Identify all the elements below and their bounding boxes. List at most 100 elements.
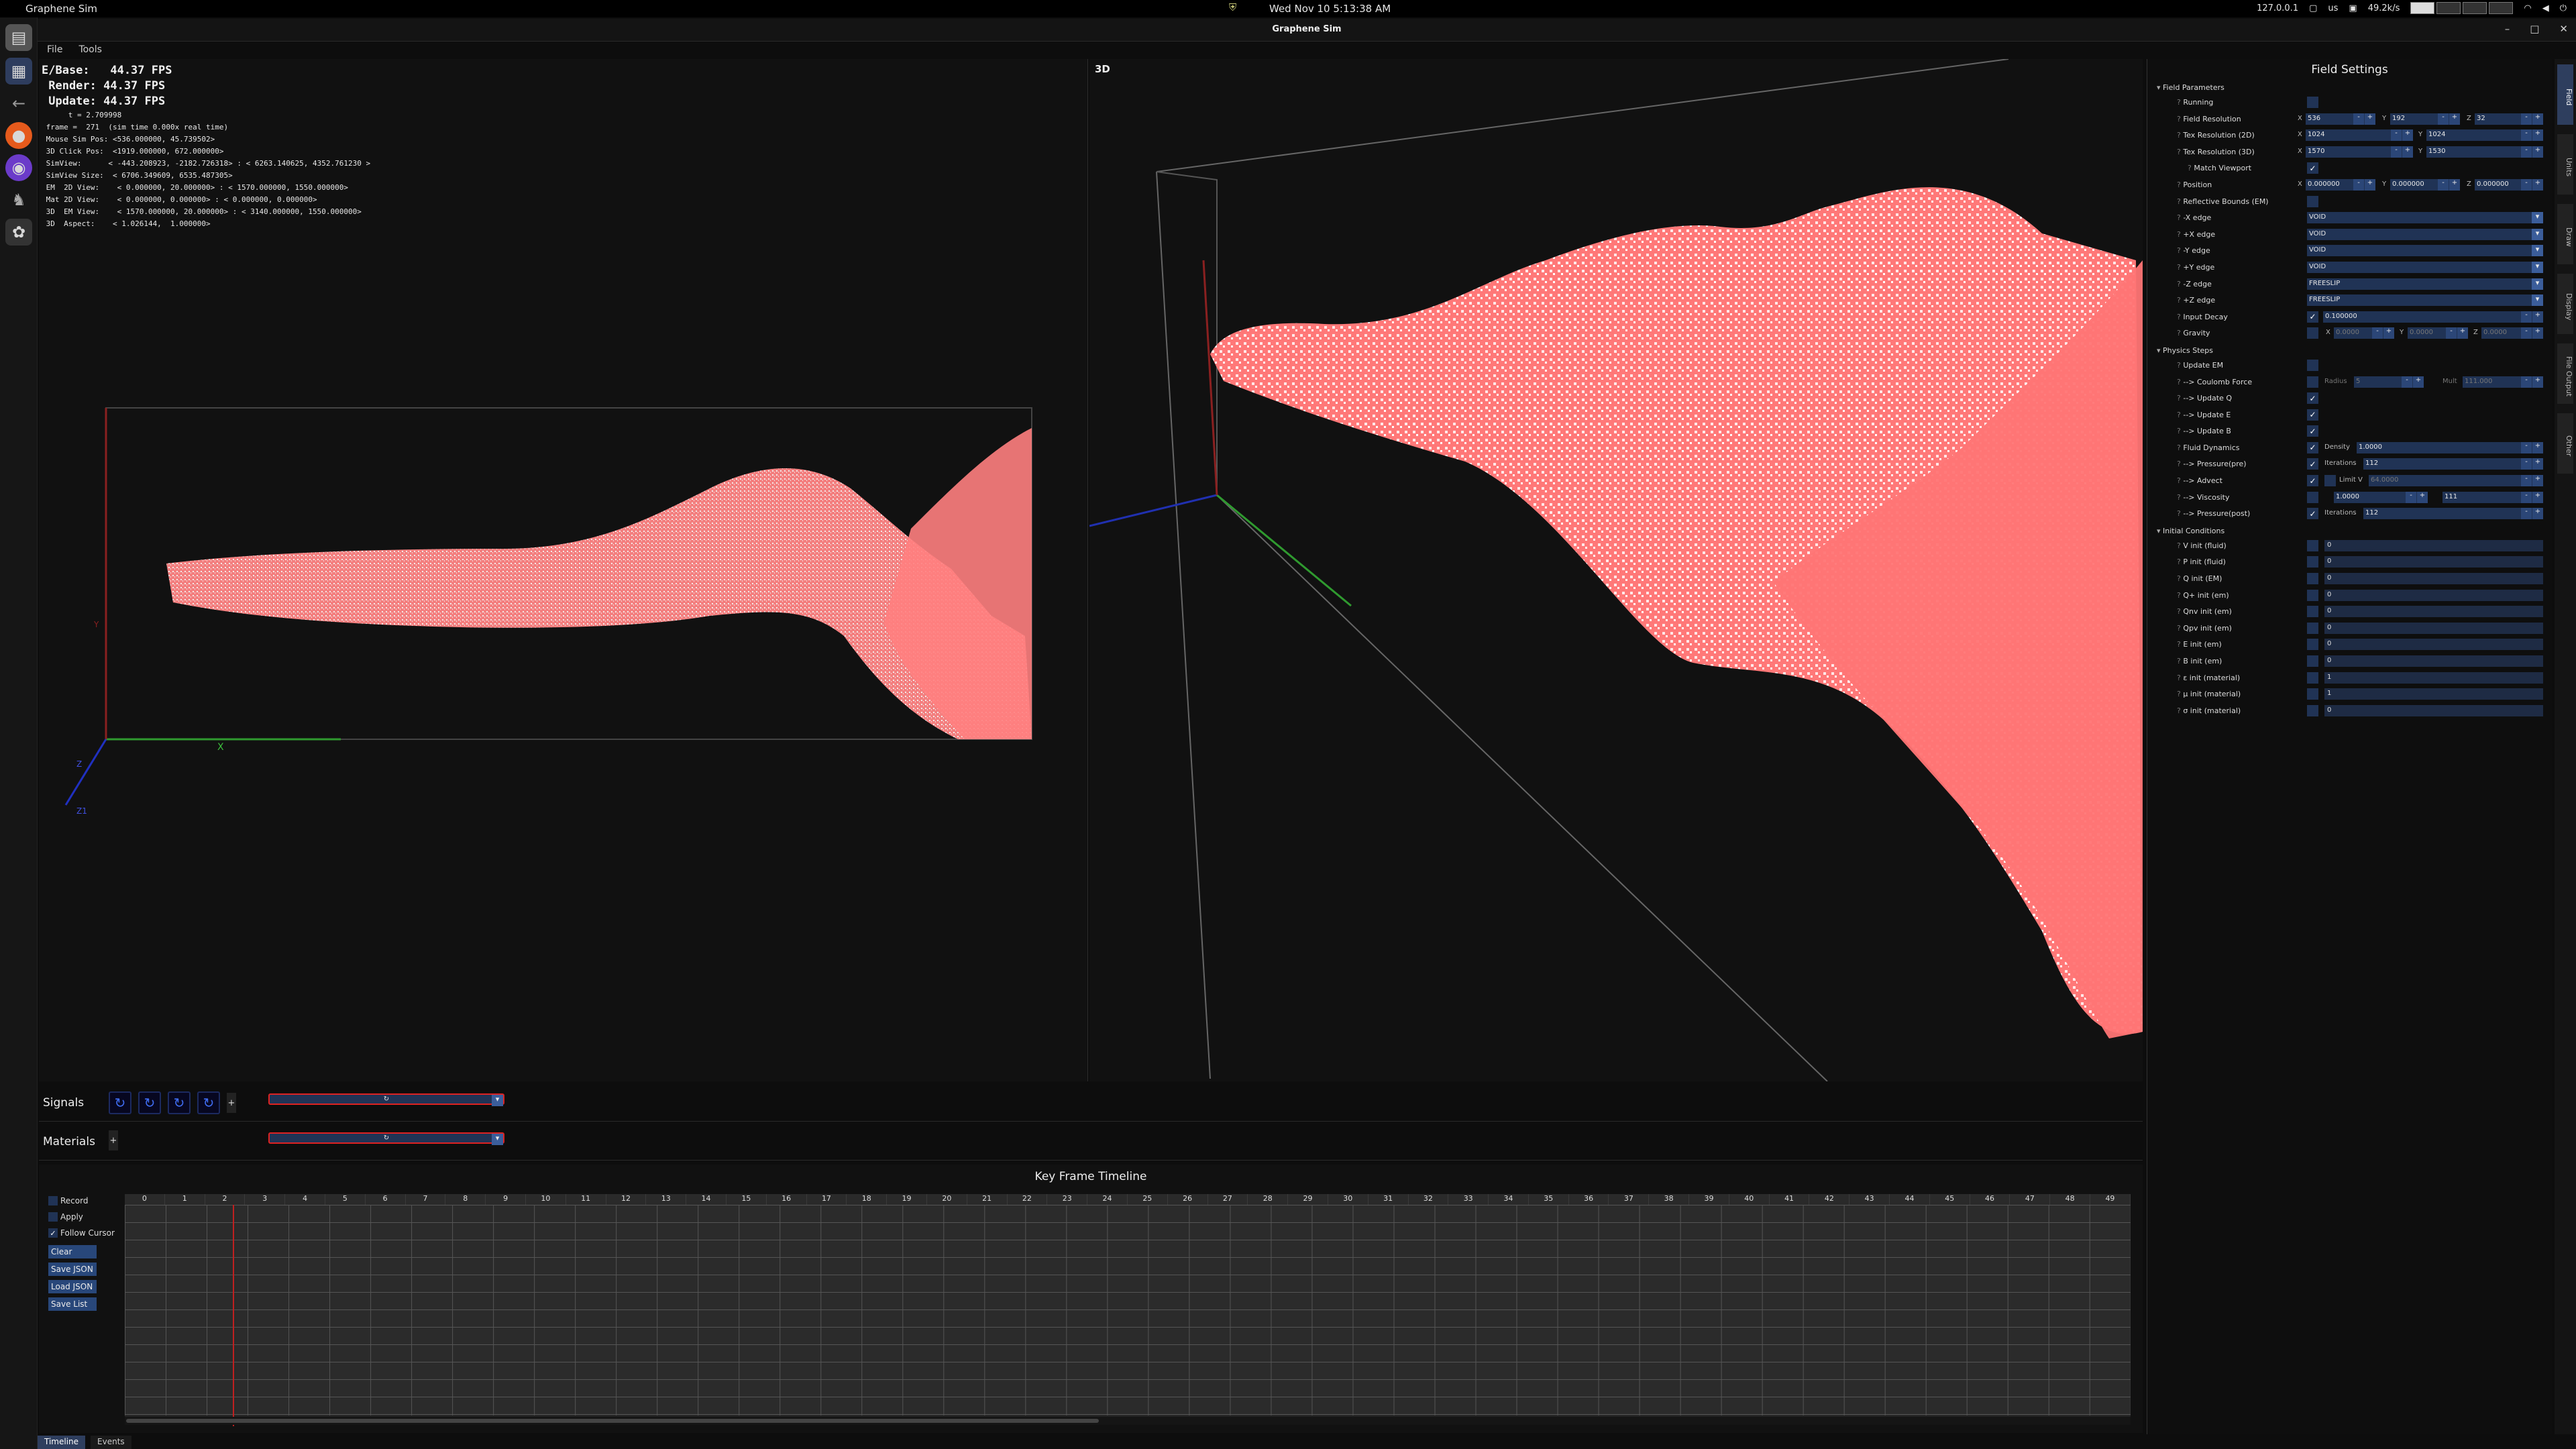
- frame-number[interactable]: 12: [606, 1194, 647, 1205]
- menu-tools[interactable]: Tools: [78, 44, 102, 57]
- advect-checkbox[interactable]: ✓: [2307, 475, 2318, 487]
- update-b-checkbox[interactable]: ✓: [2307, 425, 2318, 437]
- mult-input[interactable]: 111.000- +: [2463, 376, 2543, 388]
- init-expression[interactable]: 0: [2324, 704, 2543, 716]
- frame-number[interactable]: 47: [2010, 1194, 2051, 1205]
- frame-number[interactable]: 20: [927, 1194, 967, 1205]
- init-expression[interactable]: 1: [2324, 672, 2543, 684]
- iterations-pre-input[interactable]: 112- +: [2363, 458, 2543, 470]
- frame-number[interactable]: 19: [887, 1194, 927, 1205]
- terminal-icon[interactable]: ▦: [5, 58, 32, 85]
- graphene-sim-icon[interactable]: ✿: [5, 219, 32, 246]
- update-em-checkbox[interactable]: [2307, 359, 2318, 371]
- pz-edge-select[interactable]: FREESLIP: [2307, 294, 2543, 307]
- screen-icon[interactable]: ▣: [2349, 3, 2357, 13]
- init-checkbox[interactable]: [2307, 606, 2318, 618]
- init-checkbox[interactable]: [2307, 573, 2318, 585]
- init-expression[interactable]: 0: [2324, 655, 2543, 667]
- frame-number[interactable]: 27: [1208, 1194, 1248, 1205]
- keyboard-layout[interactable]: us: [2328, 3, 2338, 13]
- position-x[interactable]: 0.000000- +: [2306, 178, 2375, 191]
- tab-events[interactable]: Events: [91, 1436, 131, 1449]
- timeline-cursor[interactable]: [233, 1205, 235, 1426]
- input-decay-value[interactable]: 0.100000- +: [2323, 311, 2543, 323]
- system-clock[interactable]: Wed Nov 10 5:13:38 AM: [1269, 3, 1391, 15]
- clear-button[interactable]: Clear: [48, 1245, 97, 1258]
- files-icon[interactable]: ▤: [5, 24, 32, 51]
- position-y[interactable]: 0.000000- +: [2390, 178, 2460, 191]
- init-checkbox[interactable]: [2307, 688, 2318, 700]
- init-expression[interactable]: 0: [2324, 573, 2543, 585]
- timeline-cells[interactable]: [125, 1205, 2131, 1426]
- frame-number[interactable]: 48: [2050, 1194, 2091, 1205]
- add-signal-button[interactable]: +: [227, 1093, 236, 1113]
- ip-indicator[interactable]: 127.0.0.1: [2257, 3, 2298, 13]
- save-json-button[interactable]: Save JSON: [48, 1263, 97, 1276]
- frame-number[interactable]: 2: [205, 1194, 246, 1205]
- add-material-button[interactable]: +: [109, 1130, 118, 1150]
- init-checkbox[interactable]: [2307, 589, 2318, 601]
- frame-number[interactable]: 43: [1849, 1194, 1890, 1205]
- reflective-checkbox[interactable]: [2307, 195, 2318, 207]
- init-checkbox[interactable]: [2307, 639, 2318, 651]
- material-slot[interactable]: ↻: [268, 1132, 504, 1145]
- frame-number[interactable]: 34: [1489, 1194, 1529, 1205]
- init-expression[interactable]: 0: [2324, 639, 2543, 651]
- timeline-grid[interactable]: 0 1 2 3 4 5 6 7 8 9 10 11 12 13 14 15 16 17 18 19 20 21 22 23 24…: [125, 1194, 2131, 1426]
- frame-number[interactable]: 46: [1970, 1194, 2010, 1205]
- frame-number[interactable]: 24: [1087, 1194, 1128, 1205]
- workspace-switcher[interactable]: [2410, 2, 2514, 14]
- update-q-checkbox[interactable]: ✓: [2307, 392, 2318, 405]
- section-physics-steps[interactable]: Physics Steps: [2147, 342, 2552, 358]
- pressure-post-checkbox[interactable]: ✓: [2307, 508, 2318, 520]
- frame-number[interactable]: 41: [1770, 1194, 1810, 1205]
- init-expression[interactable]: 1: [2324, 688, 2543, 700]
- frame-number[interactable]: 14: [686, 1194, 727, 1205]
- window-titlebar[interactable]: Graphene Sim – □ ✕: [38, 19, 2576, 42]
- init-checkbox[interactable]: [2307, 539, 2318, 551]
- frame-number[interactable]: 18: [847, 1194, 888, 1205]
- radius-input[interactable]: 5- +: [2354, 376, 2424, 388]
- right-tab-draw[interactable]: Draw: [2557, 204, 2573, 264]
- gravity-z[interactable]: 0.0000- +: [2481, 327, 2543, 339]
- tex3d-y[interactable]: 1530- +: [2426, 146, 2543, 158]
- right-tab-field[interactable]: Field: [2557, 64, 2573, 125]
- field-res-x[interactable]: 536- +: [2306, 113, 2375, 125]
- running-checkbox[interactable]: [2307, 97, 2318, 108]
- viscosity-input[interactable]: 1.0000- +: [2334, 491, 2428, 503]
- frame-number[interactable]: 10: [526, 1194, 566, 1205]
- frame-number[interactable]: 39: [1689, 1194, 1729, 1205]
- tray-app-icon[interactable]: ⛨: [1229, 1, 1236, 13]
- frame-number[interactable]: 26: [1168, 1194, 1208, 1205]
- init-checkbox[interactable]: [2307, 672, 2318, 684]
- mz-edge-select[interactable]: FREESLIP: [2307, 278, 2543, 290]
- frame-number[interactable]: 8: [445, 1194, 486, 1205]
- signal-slot[interactable]: ↻: [268, 1093, 504, 1106]
- frame-number[interactable]: 42: [1809, 1194, 1850, 1205]
- frame-number[interactable]: 5: [325, 1194, 366, 1205]
- limit-v-checkbox[interactable]: [2324, 475, 2336, 487]
- frame-number[interactable]: 33: [1448, 1194, 1489, 1205]
- coulomb-checkbox[interactable]: [2307, 376, 2318, 388]
- py-edge-select[interactable]: VOID: [2307, 261, 2543, 273]
- frame-number[interactable]: 1: [165, 1194, 205, 1205]
- frame-number[interactable]: 11: [566, 1194, 606, 1205]
- frame-number[interactable]: 13: [646, 1194, 687, 1205]
- frame-number[interactable]: 21: [967, 1194, 1008, 1205]
- frame-number[interactable]: 25: [1128, 1194, 1168, 1205]
- frame-number[interactable]: 16: [767, 1194, 807, 1205]
- my-edge-select[interactable]: VOID: [2307, 245, 2543, 257]
- match-viewport-checkbox[interactable]: ✓: [2307, 162, 2318, 174]
- frame-number[interactable]: 40: [1729, 1194, 1770, 1205]
- density-input[interactable]: 1.0000- +: [2357, 441, 2543, 453]
- frame-number[interactable]: 36: [1569, 1194, 1609, 1205]
- frame-number[interactable]: 0: [125, 1194, 165, 1205]
- frame-number[interactable]: 17: [807, 1194, 847, 1205]
- init-checkbox[interactable]: [2307, 655, 2318, 667]
- menu-file[interactable]: File: [47, 44, 62, 57]
- limit-v-input[interactable]: 64.0000- +: [2369, 475, 2543, 487]
- right-tab-file-output[interactable]: File Output: [2557, 343, 2573, 404]
- gravity-x[interactable]: 0.0000- +: [2334, 327, 2394, 339]
- maximize-icon[interactable]: □: [2530, 23, 2539, 35]
- iterations-post-input[interactable]: 112- +: [2363, 508, 2543, 520]
